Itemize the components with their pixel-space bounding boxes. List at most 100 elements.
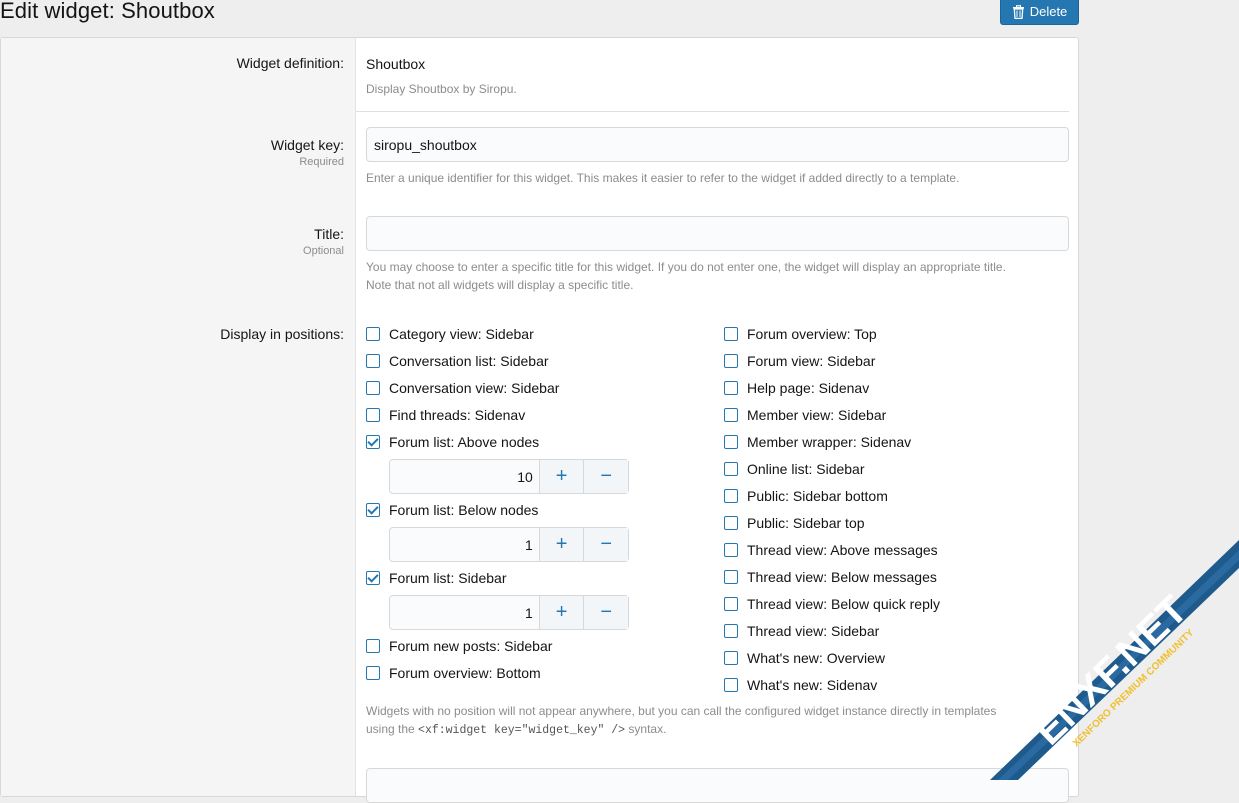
position-label: Help page: Sidenav	[747, 380, 870, 396]
checkbox[interactable]	[366, 435, 380, 449]
optional-hint: Optional	[303, 245, 344, 257]
position-label: Forum new posts: Sidebar	[389, 638, 553, 654]
checkbox[interactable]	[724, 543, 738, 557]
position-public-sidebar-top[interactable]: Public: Sidebar top	[724, 515, 865, 531]
checkbox[interactable]	[724, 516, 738, 530]
checkbox[interactable]	[366, 354, 380, 368]
position-forum-overview-top[interactable]: Forum overview: Top	[724, 326, 877, 342]
checkbox[interactable]	[724, 678, 738, 692]
display-order-value[interactable]: 1	[390, 528, 539, 561]
checkbox[interactable]	[724, 462, 738, 476]
page-title: Edit widget: Shoutbox	[0, 0, 215, 23]
positions-explain-line1: Widgets with no position will not appear…	[366, 704, 997, 718]
decrement-button[interactable]: −	[583, 460, 629, 493]
checkbox[interactable]	[366, 503, 380, 517]
checkbox[interactable]	[366, 666, 380, 680]
checkbox[interactable]	[724, 354, 738, 368]
widget-key-input[interactable]	[366, 127, 1069, 162]
delete-button[interactable]: Delete	[1000, 0, 1079, 25]
checkbox[interactable]	[366, 408, 380, 422]
position-label: Thread view: Below messages	[747, 569, 937, 585]
position-label: Find threads: Sidenav	[389, 407, 526, 423]
increment-button[interactable]: +	[538, 460, 584, 493]
trash-icon	[1012, 4, 1024, 19]
display-order-stepper[interactable]: 10 + −	[389, 459, 629, 494]
widget-key-explain: Enter a unique identifier for this widge…	[366, 171, 960, 185]
checkbox[interactable]	[366, 639, 380, 653]
definition-description: Display Shoutbox by Siropu.	[366, 82, 517, 96]
title-explain-line1: You may choose to enter a specific title…	[366, 260, 1006, 274]
position-public-sidebar-bottom[interactable]: Public: Sidebar bottom	[724, 488, 888, 504]
position-label: Member view: Sidebar	[747, 407, 887, 423]
checkbox[interactable]	[724, 435, 738, 449]
checkbox[interactable]	[724, 624, 738, 638]
display-order-stepper[interactable]: 1 + −	[389, 595, 629, 630]
decrement-button[interactable]: −	[583, 596, 629, 629]
position-conversation-view-sidebar[interactable]: Conversation view: Sidebar	[366, 380, 559, 396]
position-conversation-list-sidebar[interactable]: Conversation list: Sidebar	[366, 353, 549, 369]
position-find-threads-sidenav[interactable]: Find threads: Sidenav	[366, 407, 525, 423]
widget-key-label: Widget key: Required	[271, 137, 344, 168]
checkbox[interactable]	[366, 571, 380, 585]
positions-explain-line2: using the <xf:widget key="widget_key" />…	[366, 720, 1076, 740]
position-label: What's new: Sidenav	[747, 677, 878, 693]
widget-form: Widget definition: Shoutbox Display Shou…	[0, 37, 1079, 803]
positions-label: Display in positions:	[220, 326, 344, 342]
checkbox[interactable]	[724, 651, 738, 665]
position-label: Forum overview: Bottom	[389, 665, 541, 681]
position-help-page-sidenav[interactable]: Help page: Sidenav	[724, 380, 869, 396]
checkbox[interactable]	[724, 327, 738, 341]
decrement-button[interactable]: −	[583, 528, 629, 561]
position-label: Forum list: Sidebar	[389, 570, 507, 586]
position-forum-overview-bottom[interactable]: Forum overview: Bottom	[366, 665, 541, 681]
position-label: Conversation view: Sidebar	[389, 380, 560, 396]
position-label: What's new: Overview	[747, 650, 886, 666]
position-member-wrapper-sidenav[interactable]: Member wrapper: Sidenav	[724, 434, 911, 450]
position-forum-view-sidebar[interactable]: Forum view: Sidebar	[724, 353, 875, 369]
positions-explain: Widgets with no position will not appear…	[366, 702, 1076, 740]
position-label: Forum list: Below nodes	[389, 502, 539, 518]
checkbox[interactable]	[724, 381, 738, 395]
checkbox[interactable]	[366, 327, 380, 341]
position-label: Thread view: Above messages	[747, 542, 938, 558]
divider	[356, 111, 1069, 112]
title-explain: You may choose to enter a specific title…	[366, 258, 1076, 294]
checkbox[interactable]	[724, 408, 738, 422]
title-explain-line2: Note that not all widgets will display a…	[366, 278, 634, 292]
display-order-value[interactable]: 10	[390, 460, 539, 493]
explain-prefix: using the	[366, 722, 419, 736]
position-forum-list-above-nodes[interactable]: Forum list: Above nodes	[366, 434, 539, 450]
definition-label: Widget definition:	[236, 55, 344, 71]
position-thread-view-above-messages[interactable]: Thread view: Above messages	[724, 542, 938, 558]
position-thread-view-below-quick-reply[interactable]: Thread view: Below quick reply	[724, 596, 940, 612]
position-label: Thread view: Below quick reply	[747, 596, 940, 612]
increment-button[interactable]: +	[538, 528, 584, 561]
checkbox[interactable]	[724, 597, 738, 611]
title-label-text: Title:	[314, 226, 344, 242]
position-thread-view-sidebar[interactable]: Thread view: Sidebar	[724, 623, 879, 639]
delete-button-label: Delete	[1029, 4, 1068, 19]
checkbox[interactable]	[366, 381, 380, 395]
increment-button[interactable]: +	[538, 596, 584, 629]
next-field-input[interactable]	[366, 768, 1069, 803]
position-online-list-sidebar[interactable]: Online list: Sidebar	[724, 461, 865, 477]
display-order-stepper[interactable]: 1 + −	[389, 527, 629, 562]
display-order-value[interactable]: 1	[390, 596, 539, 629]
checkbox[interactable]	[724, 570, 738, 584]
position-label: Forum list: Above nodes	[389, 434, 540, 450]
watermark-brand: ENXF.NET	[1026, 588, 1196, 754]
position-whats-new-overview[interactable]: What's new: Overview	[724, 650, 885, 666]
position-thread-view-below-messages[interactable]: Thread view: Below messages	[724, 569, 937, 585]
watermark: ENXF.NET XENFORO PREMIUM COMMUNITY	[990, 540, 1239, 780]
position-forum-list-sidebar[interactable]: Forum list: Sidebar	[366, 570, 506, 586]
checkbox[interactable]	[724, 489, 738, 503]
position-forum-list-below-nodes[interactable]: Forum list: Below nodes	[366, 502, 538, 518]
position-forum-new-posts-sidebar[interactable]: Forum new posts: Sidebar	[366, 638, 552, 654]
position-category-view-sidebar[interactable]: Category view: Sidebar	[366, 326, 534, 342]
position-member-view-sidebar[interactable]: Member view: Sidebar	[724, 407, 886, 423]
position-whats-new-sidenav[interactable]: What's new: Sidenav	[724, 677, 877, 693]
title-input[interactable]	[366, 216, 1069, 251]
position-label: Public: Sidebar top	[747, 515, 865, 531]
position-label: Conversation list: Sidebar	[389, 353, 549, 369]
position-label: Member wrapper: Sidenav	[747, 434, 912, 450]
